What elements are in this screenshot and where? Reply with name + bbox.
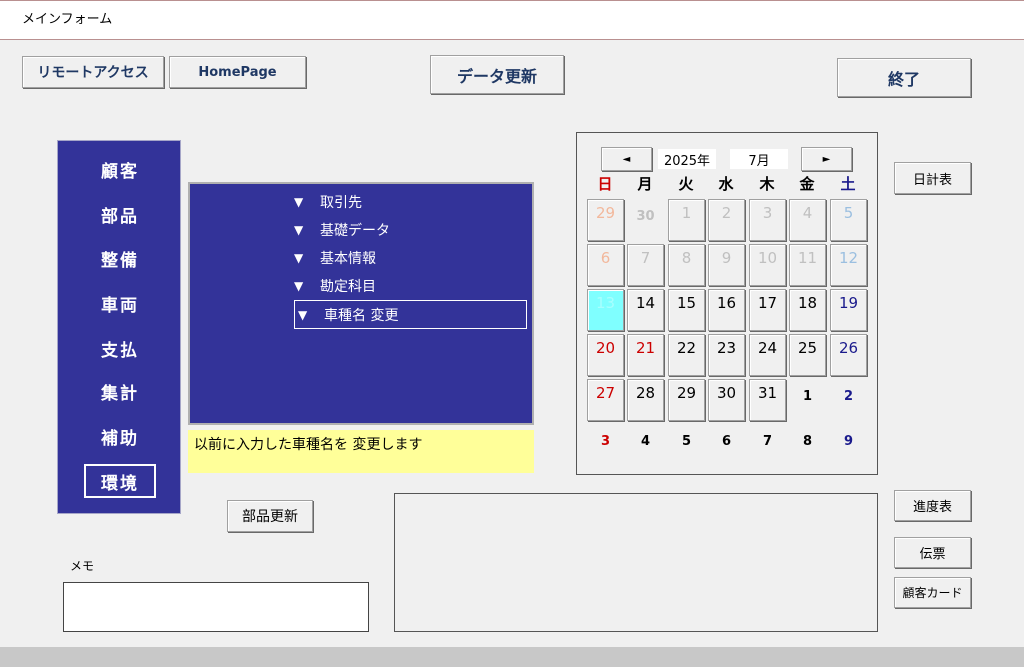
weekday-header: 月	[637, 175, 653, 193]
calendar-day[interactable]: 18	[789, 289, 826, 331]
triangle-left-icon: ◄	[622, 153, 631, 165]
nav-item-vehicle[interactable]: 車両	[58, 283, 182, 323]
submenu-item-basic-info[interactable]: ▼ 基本情報	[294, 245, 524, 271]
weekday-header: 日	[597, 175, 613, 193]
calendar-day[interactable]: 1	[668, 199, 705, 241]
calendar-day: 9	[843, 434, 854, 449]
slip-button[interactable]: 伝票	[894, 537, 971, 568]
calendar-day: 5	[681, 434, 692, 449]
calendar-day: 4	[640, 434, 651, 449]
daily-table-button[interactable]: 日計表	[894, 162, 971, 194]
calendar-day[interactable]: 12	[830, 244, 867, 286]
submenu-item-suppliers[interactable]: ▼ 取引先	[294, 189, 524, 215]
weekday-header: 火	[678, 175, 694, 193]
calendar-day[interactable]: 15	[668, 289, 705, 331]
calendar-day: 2	[843, 389, 854, 404]
year-field[interactable]: 2025年	[658, 149, 716, 169]
calendar-day[interactable]: 4	[789, 199, 826, 241]
calendar-day[interactable]: 7	[627, 244, 664, 286]
calendar-day[interactable]: 28	[627, 379, 664, 421]
calendar-day: 1	[802, 389, 813, 404]
progress-table-button[interactable]: 進度表	[894, 490, 971, 521]
calendar-day[interactable]: 3	[749, 199, 786, 241]
calendar-day[interactable]: 22	[668, 334, 705, 376]
calendar-day[interactable]: 6	[587, 244, 624, 286]
calendar-day[interactable]: 24	[749, 334, 786, 376]
calendar-day[interactable]: 30	[708, 379, 745, 421]
nav-item-totals[interactable]: 集計	[58, 371, 182, 411]
submenu-item-vehicle-name-change[interactable]: ▼ 車種名 変更	[294, 300, 527, 329]
calendar-day[interactable]: 5	[830, 199, 867, 241]
memo-field[interactable]	[63, 582, 369, 632]
calendar-day: 30	[636, 209, 655, 224]
calendar-day: 6	[721, 434, 732, 449]
calendar-day: 3	[600, 434, 611, 449]
calendar-day[interactable]: 11	[789, 244, 826, 286]
triangle-down-icon: ▼	[294, 279, 304, 293]
window-title: メインフォーム	[0, 0, 1024, 40]
homepage-button[interactable]: HomePage	[169, 56, 306, 88]
calendar: ◄ 2025年 7月 ► 日月火水木金土 29 30 1 2 3 4 5 6 7 8 9 10 11 12 1…	[576, 132, 878, 475]
category-nav: 顧客 部品 整備 車両 支払 集計 補助 環境	[57, 140, 181, 514]
triangle-down-icon: ▼	[298, 307, 308, 322]
month-field[interactable]: 7月	[730, 149, 788, 169]
triangle-down-icon: ▼	[294, 223, 304, 237]
calendar-day: 7	[762, 434, 773, 449]
calendar-day[interactable]: 29	[587, 199, 624, 241]
nav-item-payment[interactable]: 支払	[58, 328, 182, 368]
submenu-item-basic-data[interactable]: ▼ 基礎データ	[294, 217, 524, 243]
parts-update-button[interactable]: 部品更新	[227, 500, 313, 532]
next-month-button[interactable]: ►	[801, 147, 852, 171]
calendar-day[interactable]: 16	[708, 289, 745, 331]
prev-month-button[interactable]: ◄	[601, 147, 652, 171]
memo-label: メモ	[70, 559, 95, 573]
remote-access-button[interactable]: リモートアクセス	[22, 56, 164, 88]
triangle-down-icon: ▼	[294, 251, 304, 265]
status-bar	[0, 647, 1024, 667]
calendar-day[interactable]: 14	[627, 289, 664, 331]
calendar-day[interactable]: 23	[708, 334, 745, 376]
exit-button[interactable]: 終了	[837, 58, 971, 97]
nav-item-maintenance[interactable]: 整備	[58, 238, 182, 278]
calendar-day[interactable]: 20	[587, 334, 624, 376]
nav-item-environment[interactable]: 環境	[58, 461, 182, 501]
calendar-day[interactable]: 10	[749, 244, 786, 286]
calendar-day[interactable]: 9	[708, 244, 745, 286]
weekday-header: 木	[759, 175, 775, 193]
calendar-day-today[interactable]: 13	[587, 289, 624, 331]
calendar-day[interactable]: 26	[830, 334, 867, 376]
nav-item-customer[interactable]: 顧客	[58, 149, 182, 189]
weekday-header: 土	[840, 175, 856, 193]
submenu-description: 以前に入力した車種名を 変更します	[188, 430, 534, 473]
calendar-day[interactable]: 17	[749, 289, 786, 331]
submenu-item-accounts[interactable]: ▼ 勘定科目	[294, 273, 524, 299]
calendar-day[interactable]: 8	[668, 244, 705, 286]
info-list-box[interactable]	[394, 493, 878, 632]
weekday-header: 水	[718, 175, 734, 193]
nav-item-auxiliary[interactable]: 補助	[58, 416, 182, 456]
weekday-header: 金	[799, 175, 815, 193]
submenu-panel: ▼ 取引先 ▼ 基礎データ ▼ 基本情報 ▼ 勘定科目 ▼ 車種名 変更	[188, 182, 534, 425]
calendar-day[interactable]: 21	[627, 334, 664, 376]
nav-item-parts[interactable]: 部品	[58, 194, 182, 234]
customer-card-button[interactable]: 顧客カード	[894, 577, 971, 608]
calendar-day[interactable]: 25	[789, 334, 826, 376]
calendar-day[interactable]: 29	[668, 379, 705, 421]
calendar-day[interactable]: 2	[708, 199, 745, 241]
data-update-button[interactable]: データ更新	[430, 55, 564, 94]
calendar-day[interactable]: 19	[830, 289, 867, 331]
calendar-day[interactable]: 27	[587, 379, 624, 421]
triangle-down-icon: ▼	[294, 195, 304, 209]
calendar-day: 8	[802, 434, 813, 449]
calendar-day[interactable]: 31	[749, 379, 786, 421]
triangle-right-icon: ►	[822, 153, 831, 165]
